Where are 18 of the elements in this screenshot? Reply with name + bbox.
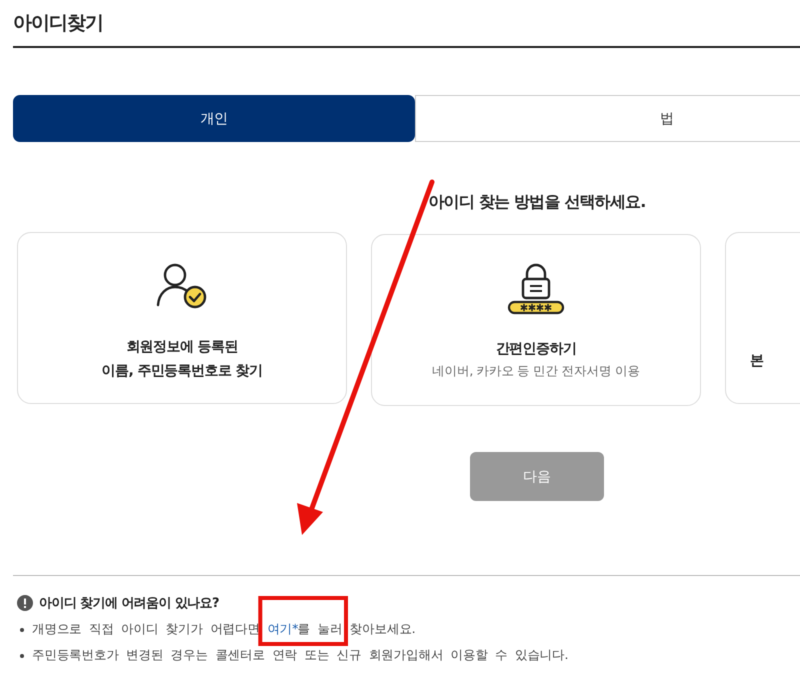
method-card[interactable]: 회원정보에 등록된 이름, 주민등록번호로 찾기 xyxy=(17,232,347,404)
help-heading: 아이디 찾기에 어려움이 있나요? xyxy=(39,595,219,612)
alert-icon xyxy=(17,595,33,611)
bullet-icon xyxy=(20,628,24,632)
method-card[interactable]: 본 xyxy=(725,232,800,404)
card-title: 간편인증하기 xyxy=(496,340,576,359)
card-title: 회원정보에 등록된 이름, 주민등록번호로 찾기 xyxy=(102,338,262,381)
card-title: 본 xyxy=(750,352,764,371)
page-title: 아이디찾기 xyxy=(13,0,800,48)
tab[interactable]: 개인 xyxy=(13,95,415,142)
method-card[interactable]: 간편인증하기 네이버, 카카오 등 민간 전자서명 이용 xyxy=(371,234,701,406)
tab[interactable]: 법 xyxy=(415,95,800,142)
bullet-icon xyxy=(20,654,24,658)
here-link[interactable]: 여기* xyxy=(267,621,298,636)
lock-password-icon xyxy=(507,263,565,315)
card-subtitle: 네이버, 카카오 등 민간 전자서명 이용 xyxy=(432,363,640,380)
prompt-text: 아이디 찾는 방법을 선택하세요. xyxy=(427,192,647,213)
help-text: 주민등록번호가 변경된 경우는 콜센터로 연락 또는 신규 회원가입해서 이용할 수 있습니다. xyxy=(32,647,568,664)
